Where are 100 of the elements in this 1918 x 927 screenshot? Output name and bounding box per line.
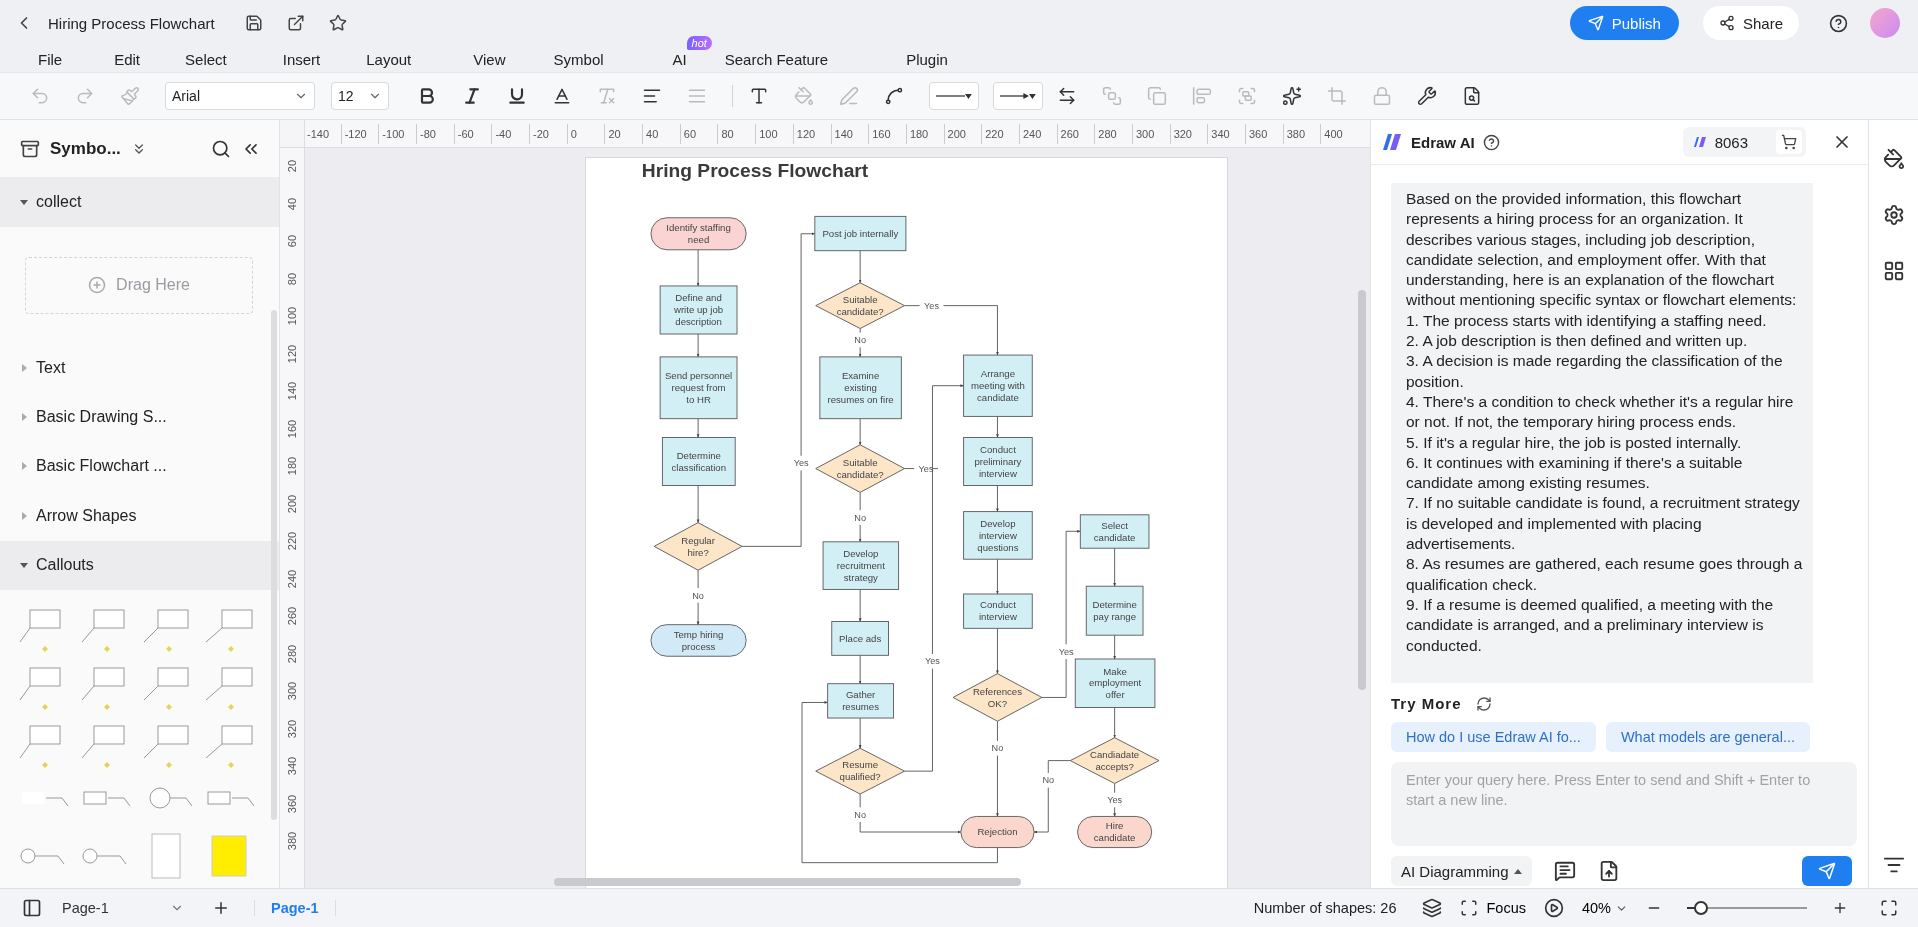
scrollbar[interactable] xyxy=(554,878,1021,886)
ruler-number: 280 xyxy=(286,643,298,665)
fullscreen-icon[interactable] xyxy=(1880,899,1898,917)
font-select[interactable]: Arial xyxy=(165,82,315,110)
text-tool-icon[interactable] xyxy=(749,86,769,106)
page-select[interactable]: Page-1 xyxy=(62,900,192,916)
connector-label: No xyxy=(692,590,704,601)
ruler-number: 300 xyxy=(286,680,298,703)
process-step: Develop recruitment strategy xyxy=(822,541,900,590)
connector-label: No xyxy=(854,335,866,346)
focus-icon xyxy=(1460,899,1479,917)
font-color-icon[interactable] xyxy=(552,86,572,106)
ruler-number: 360 xyxy=(286,793,298,815)
ruler-number: 220 xyxy=(981,124,1004,144)
message-text: 4. There's a condition to check whether it's a regular hire or not. If not, the temporary hiring process ends. xyxy=(1406,391,1795,433)
align-icon[interactable] xyxy=(642,86,662,106)
suggestion-chip[interactable]: What models are general... xyxy=(1605,722,1810,752)
line-style-icon[interactable] xyxy=(929,82,979,110)
suggestion-chip[interactable]: How do I use Edraw AI fo... xyxy=(1391,722,1596,752)
line-jump-icon[interactable] xyxy=(1057,86,1077,106)
scrollbar[interactable] xyxy=(1358,290,1366,690)
category-header[interactable]: Basic Drawing S... xyxy=(0,392,279,442)
ruler-number: 200 xyxy=(286,493,298,515)
connector-label: No xyxy=(1042,775,1055,786)
page-tab[interactable]: Page-1 xyxy=(254,900,336,916)
decision-diamond: Regular hire? xyxy=(653,522,743,571)
connector-label: No xyxy=(854,512,866,523)
category-header[interactable]: Arrow Shapes xyxy=(0,491,279,541)
chat-icon[interactable] xyxy=(1553,860,1576,882)
ruler-number: -120 xyxy=(340,124,367,144)
menu-item[interactable]: Plugin xyxy=(906,50,948,68)
publish-button[interactable]: Publish xyxy=(1569,6,1679,40)
export-icon[interactable] xyxy=(286,14,305,32)
mode-dropdown[interactable]: AI Diagramming xyxy=(1391,856,1532,886)
zoom-select[interactable]: 40% xyxy=(1581,900,1628,916)
scrollbar[interactable] xyxy=(271,310,277,820)
process-step: Post job internally xyxy=(814,215,907,252)
menu-item[interactable]: Select xyxy=(185,50,227,68)
cart-button[interactable] xyxy=(1776,130,1802,154)
share-button[interactable]: Share xyxy=(1702,6,1799,40)
ruler-number: 280 xyxy=(1094,124,1117,144)
terminator-shape: Identify staffing need xyxy=(650,217,747,251)
send-button[interactable] xyxy=(1802,856,1852,886)
decision-diamond: Suitable candidate? xyxy=(815,444,905,493)
library-icon xyxy=(20,138,40,159)
help-icon[interactable] xyxy=(1829,13,1848,33)
font-size-select[interactable]: 12 xyxy=(331,82,389,110)
category-header[interactable]: collect xyxy=(0,177,279,227)
underline-icon[interactable] xyxy=(507,86,527,106)
arrow-style-icon[interactable] xyxy=(993,82,1043,110)
settings-icon[interactable] xyxy=(1882,204,1905,226)
ruler-number: 160 xyxy=(286,418,298,440)
category-header[interactable]: Text xyxy=(0,342,279,393)
sparkle-icon[interactable] xyxy=(1282,86,1302,106)
ruler-number: 100 xyxy=(286,305,298,328)
help-icon[interactable] xyxy=(1482,133,1500,151)
fill-icon[interactable] xyxy=(1882,148,1905,170)
panel-icon[interactable] xyxy=(22,898,42,918)
category-header[interactable]: Basic Flowchart ... xyxy=(0,441,279,492)
italic-icon[interactable] xyxy=(462,86,482,106)
menu-item[interactable]: Symbol xyxy=(553,50,604,68)
message-text: 3. A decision is made regarding the classification of the position. xyxy=(1406,351,1784,392)
search-icon[interactable] xyxy=(211,138,231,159)
ruler-number: 0 xyxy=(566,124,577,144)
decision-diamond: Suitable candidate? xyxy=(815,282,905,329)
grid-icon[interactable] xyxy=(1882,260,1905,282)
zoom-in-icon[interactable] xyxy=(1832,900,1848,916)
save-icon[interactable] xyxy=(244,14,263,32)
menu-item[interactable]: Edit xyxy=(114,50,141,68)
ruler-number: 340 xyxy=(286,755,298,778)
menu-item[interactable]: Insert xyxy=(282,50,321,68)
ruler-number: 120 xyxy=(286,343,298,365)
refresh-icon[interactable] xyxy=(1475,695,1492,712)
ruler-number: 60 xyxy=(679,124,697,144)
process-step: Gather resumes xyxy=(827,683,894,719)
menu-item[interactable]: Layout xyxy=(366,50,412,68)
process-step: Determine pay range xyxy=(1085,585,1144,636)
play-icon[interactable] xyxy=(1543,898,1564,918)
category-header[interactable]: Callouts xyxy=(0,540,279,590)
query-field[interactable]: Enter your query here. Press Enter to send and Shift + Enter to start a new line. xyxy=(1391,762,1857,846)
layers-icon[interactable] xyxy=(1422,898,1443,918)
focus-button[interactable]: Focus xyxy=(1460,899,1526,917)
find-icon[interactable] xyxy=(1462,86,1482,106)
menu-item[interactable]: View xyxy=(473,50,506,68)
menu-item[interactable]: File xyxy=(38,50,63,68)
ruler-number: 60 xyxy=(286,233,298,250)
ruler-number: 320 xyxy=(286,718,298,740)
terminator-shape: Hire candidate xyxy=(1077,816,1153,849)
ruler-number: 160 xyxy=(868,124,891,144)
wrench-icon[interactable] xyxy=(1417,86,1437,106)
menu-item[interactable]: Search Feature xyxy=(724,50,829,68)
connector-icon[interactable] xyxy=(884,86,904,106)
star-icon[interactable] xyxy=(328,14,347,32)
slider-thumb[interactable] xyxy=(1694,901,1709,915)
add-page-icon[interactable] xyxy=(212,899,230,917)
process-step: Make employment offer xyxy=(1074,658,1156,708)
process-step: Define and write up job description xyxy=(659,285,738,335)
connector-label: Yes xyxy=(1058,646,1074,657)
ruler-number: 180 xyxy=(905,124,929,144)
menu-item[interactable]: AI xyxy=(672,50,687,68)
